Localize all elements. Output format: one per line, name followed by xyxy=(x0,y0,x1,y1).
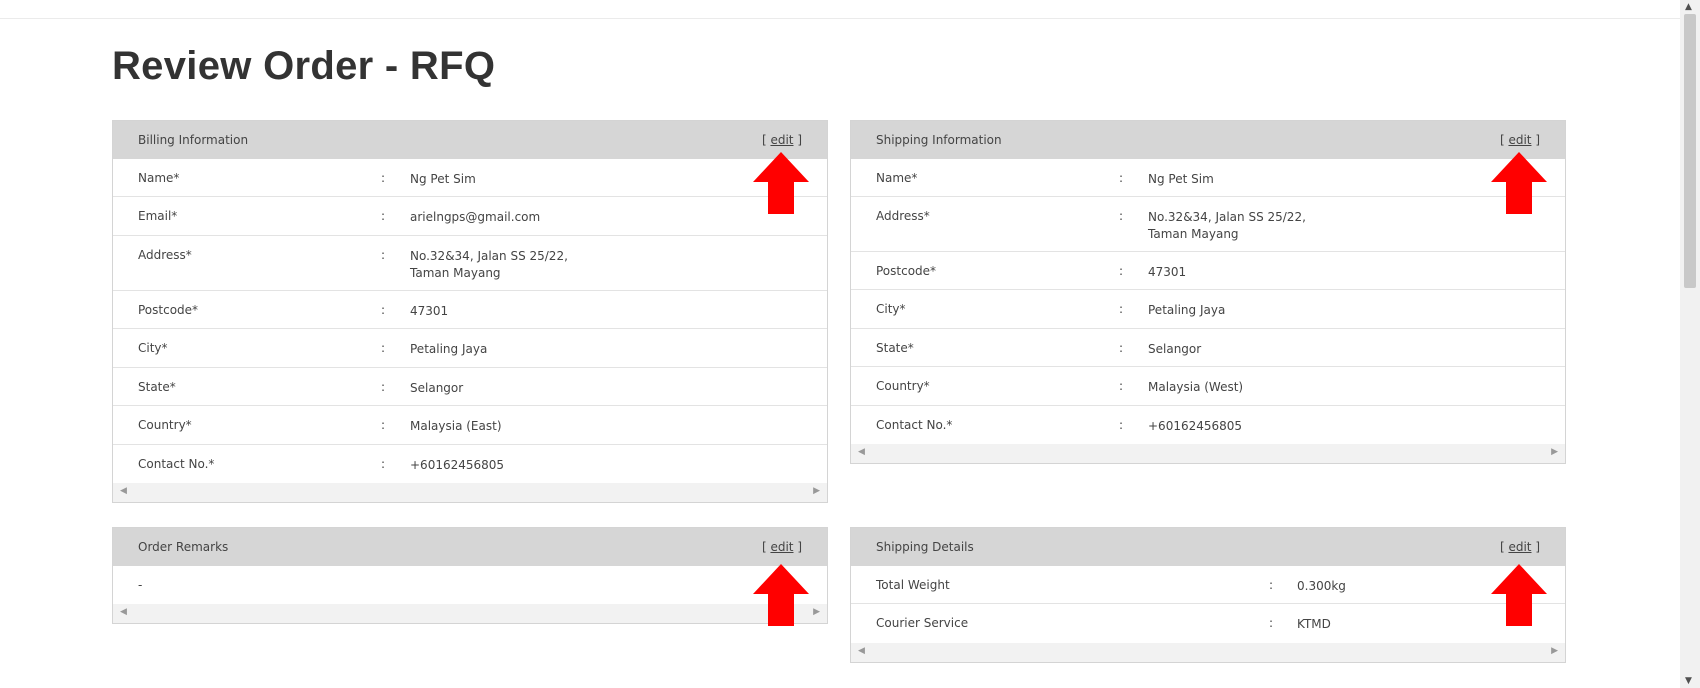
scroll-up-icon[interactable]: ▲ xyxy=(1685,2,1692,12)
scroll-right-icon[interactable]: ▶ xyxy=(813,486,820,496)
order-remarks-header: Order Remarks [ edit ] xyxy=(113,528,827,566)
scroll-left-icon[interactable]: ◀ xyxy=(858,447,865,457)
shipping-hscrollbar[interactable]: ◀ ▶ xyxy=(851,444,1565,463)
order-remarks-panel: Order Remarks [ edit ] - ◀ ▶ xyxy=(112,527,828,624)
shipping-row-state: State* : Selangor xyxy=(851,329,1565,367)
scroll-left-icon[interactable]: ◀ xyxy=(120,486,127,496)
arrow-up-icon xyxy=(1491,152,1547,214)
billing-header: Billing Information [ edit ] xyxy=(113,121,827,159)
billing-row-email: Email* : arielngps@gmail.com xyxy=(113,197,827,236)
billing-row-city: City* : Petaling Jaya xyxy=(113,329,827,368)
shipping-details-row-weight: Total Weight : 0.300kg xyxy=(851,566,1565,604)
scroll-left-icon[interactable]: ◀ xyxy=(858,646,865,656)
scroll-thumb[interactable] xyxy=(1684,14,1696,288)
billing-row-country: Country* : Malaysia (East) xyxy=(113,406,827,445)
shipping-row-name: Name* : Ng Pet Sim xyxy=(851,159,1565,197)
billing-row-postcode: Postcode* : 47301 xyxy=(113,291,827,329)
shipping-details-title: Shipping Details xyxy=(876,540,974,554)
billing-row-contact: Contact No.* : +60162456805 xyxy=(138,457,505,472)
arrow-up-icon xyxy=(753,564,809,626)
page-vscrollbar[interactable]: ▲ ▼ xyxy=(1680,0,1700,688)
arrow-up-icon xyxy=(1491,564,1547,626)
top-divider xyxy=(0,18,1680,19)
billing-row-address: Address* : No.32&34, Jalan SS 25/22, Tama… xyxy=(113,236,827,291)
scroll-right-icon[interactable]: ▶ xyxy=(1551,646,1558,656)
scroll-right-icon[interactable]: ▶ xyxy=(1551,447,1558,457)
shipping-row-country: Country* : Malaysia (West) xyxy=(851,367,1565,406)
billing-title: Billing Information xyxy=(138,133,249,147)
shipping-row-city: City* : Petaling Jaya xyxy=(851,290,1565,329)
billing-row-state: State* : Selangor xyxy=(113,368,827,406)
shipping-header: Shipping Information [ edit ] xyxy=(851,121,1565,159)
scroll-right-icon[interactable]: ▶ xyxy=(813,607,820,617)
shipping-row-contact: Contact No.* : +60162456805 xyxy=(876,418,1243,433)
shipping-row-address: Address* : No.32&34, Jalan SS 25/22, Tama… xyxy=(851,197,1565,252)
order-remarks-title: Order Remarks xyxy=(138,540,229,554)
shipping-panel: Shipping Information [ edit ] Name* : Ng… xyxy=(850,120,1566,464)
page-title: Review Order - RFQ xyxy=(112,44,496,88)
order-remarks-hscrollbar[interactable]: ◀ ▶ xyxy=(113,604,827,623)
shipping-details-hscrollbar[interactable]: ◀ ▶ xyxy=(851,643,1565,662)
order-remarks-edit-link[interactable]: [ edit ] xyxy=(762,528,802,566)
shipping-details-row-courier: Courier Service : KTMD xyxy=(876,616,1331,631)
billing-hscrollbar[interactable]: ◀ ▶ xyxy=(113,483,827,502)
order-remarks-row: - xyxy=(138,578,143,592)
scroll-down-icon[interactable]: ▼ xyxy=(1685,676,1692,686)
shipping-details-edit-link[interactable]: [ edit ] xyxy=(1500,528,1540,566)
shipping-details-header: Shipping Details [ edit ] xyxy=(851,528,1565,566)
shipping-row-postcode: Postcode* : 47301 xyxy=(851,252,1565,290)
scroll-left-icon[interactable]: ◀ xyxy=(120,607,127,617)
billing-row-name: Name* : Ng Pet Sim xyxy=(113,159,827,197)
shipping-details-panel: Shipping Details [ edit ] Total Weight :… xyxy=(850,527,1566,663)
billing-panel: Billing Information [ edit ] Name* : Ng … xyxy=(112,120,828,503)
shipping-title: Shipping Information xyxy=(876,133,1002,147)
arrow-up-icon xyxy=(753,152,809,214)
